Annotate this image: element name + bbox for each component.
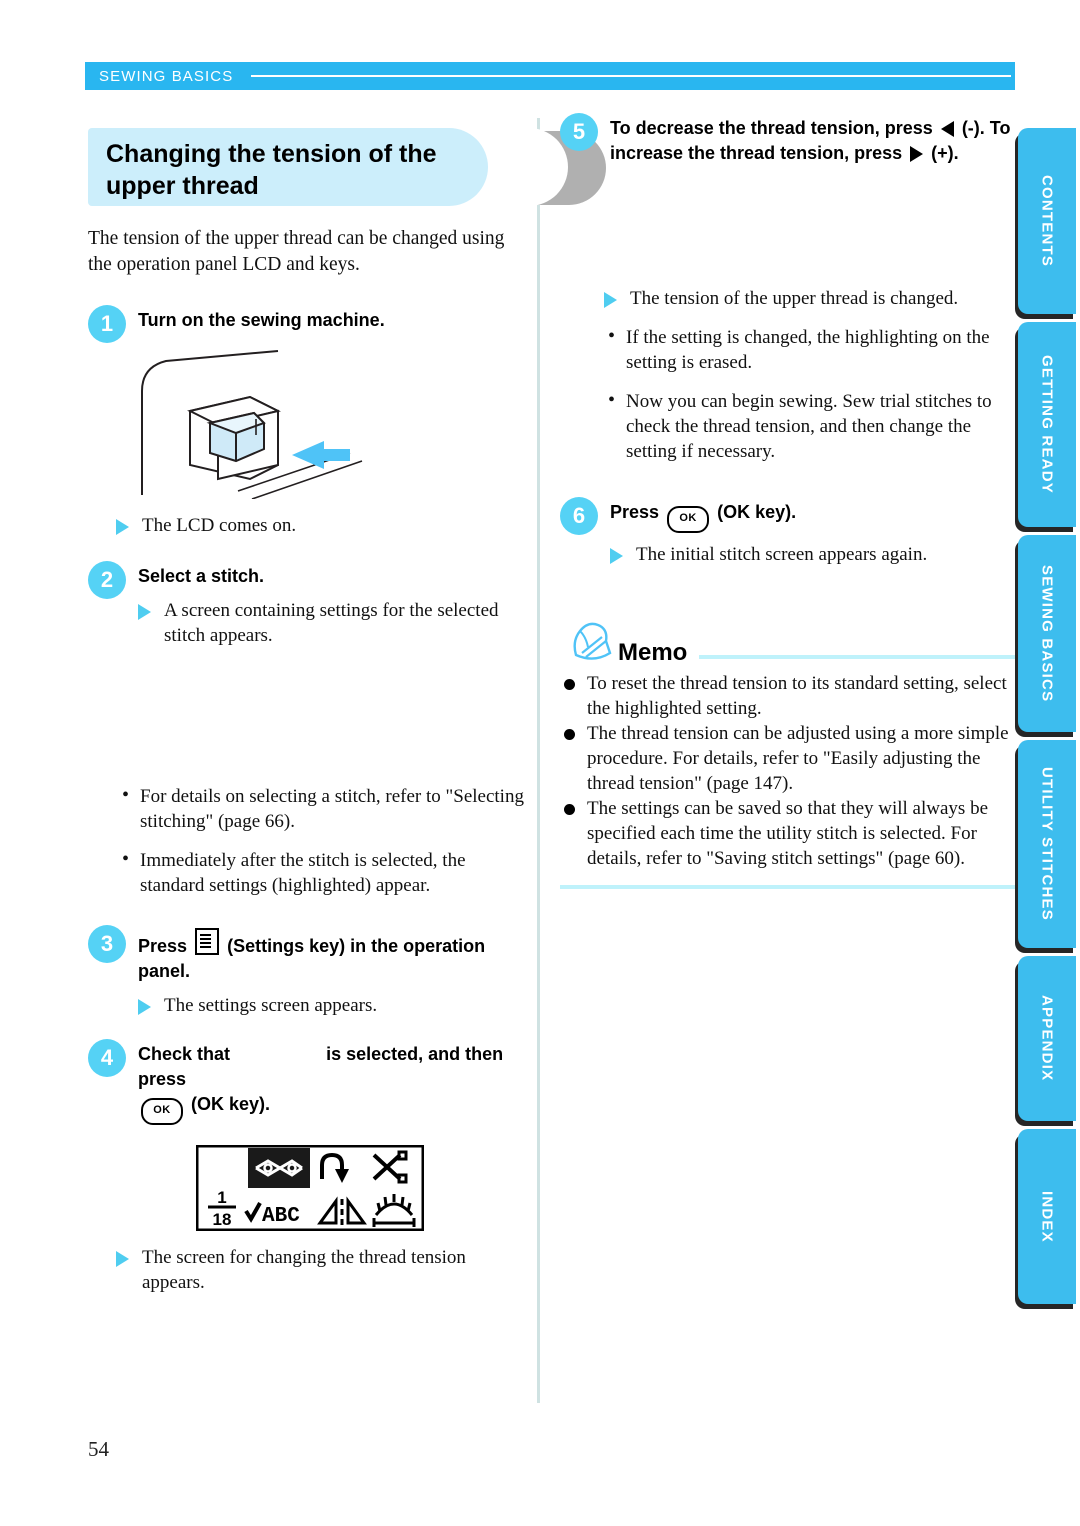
- ok-key-icon: OK: [141, 1098, 183, 1125]
- power-switch-illustration: [118, 349, 528, 504]
- step-2-screen-placeholder: [88, 654, 528, 770]
- step-6-number: 6: [560, 497, 598, 535]
- memo-item: The thread tension can be adjusted using…: [560, 721, 1015, 796]
- step-3-result: The settings screen appears.: [138, 993, 528, 1018]
- column-divider: [537, 118, 540, 1403]
- ok-key-icon: OK: [667, 506, 710, 533]
- step-4-result: The screen for changing the thread tensi…: [116, 1245, 528, 1295]
- side-tab-getting-ready[interactable]: GETTING READY: [1018, 322, 1076, 527]
- svg-text:ABC: ABC: [262, 1205, 300, 1228]
- step-4-title-part3: (OK key).: [191, 1094, 271, 1114]
- step-5-screen-placeholder: [560, 172, 1015, 277]
- section-intro: The tension of the upper thread can be c…: [88, 228, 505, 275]
- result-arrow-icon: [138, 999, 151, 1015]
- step-1-number: 1: [88, 305, 126, 343]
- triangle-right-icon: [910, 146, 924, 162]
- step-5-bullet-1: If the setting is changed, the highlight…: [604, 324, 1015, 375]
- right-column: 5 To decrease the thread tension, press …: [560, 112, 1015, 889]
- lcd-screen-illustration: 1 18 ABC: [195, 1144, 528, 1236]
- side-tab-navigation: CONTENTS GETTING READY SEWING BASICS UTI…: [1018, 128, 1080, 1312]
- step-6-title-before: Press: [610, 502, 660, 522]
- step-5-title-part3: (+).: [931, 143, 959, 163]
- running-header-rule: [251, 75, 1011, 77]
- memo-item: The settings can be saved so that they w…: [560, 796, 1015, 871]
- step-2-title: Select a stitch.: [138, 566, 265, 586]
- side-tab-contents[interactable]: CONTENTS: [1018, 128, 1076, 314]
- result-arrow-icon: [116, 1251, 129, 1267]
- step-5-title: To decrease the thread tension, press (-…: [610, 112, 1015, 166]
- step-2-result: A screen containing settings for the sel…: [138, 598, 528, 648]
- result-arrow-icon: [604, 292, 617, 308]
- step-2: 2 Select a stitch. A screen containing s…: [88, 560, 528, 648]
- triangle-left-icon: [940, 121, 954, 137]
- step-6: 6 Press OK (OK key). The initial stitch …: [560, 496, 1015, 567]
- side-tab-utility-stitches[interactable]: UTILITY STITCHES: [1018, 740, 1076, 948]
- step-6-result: The initial stitch screen appears again.: [610, 542, 1015, 567]
- memo-body: To reset the thread tension to its stand…: [560, 671, 1015, 871]
- step-2-bullet-1: For details on selecting a stitch, refer…: [118, 783, 528, 834]
- step-4-number: 4: [88, 1039, 126, 1077]
- side-tab-label: GETTING READY: [1038, 355, 1056, 494]
- step-4-title-part1: Check that: [138, 1044, 231, 1064]
- memo-footer-rule: [560, 885, 1015, 889]
- step-3-number: 3: [88, 925, 126, 963]
- svg-text:18: 18: [213, 1210, 232, 1229]
- page-number: 54: [88, 1437, 109, 1461]
- manual-page: SEWING BASICS Changing the tension of th…: [0, 0, 1080, 1526]
- left-column: Changing the tension of the upper thread…: [88, 128, 606, 1295]
- memo-block: Memo To reset the thread tension to its …: [560, 622, 1015, 889]
- side-tab-label: APPENDIX: [1038, 995, 1056, 1082]
- step-4: 4 Check that is selected, and then press…: [88, 1038, 528, 1125]
- step-1-title: Turn on the sewing machine.: [138, 310, 385, 330]
- side-tab-label: INDEX: [1038, 1190, 1056, 1243]
- side-tab-label: CONTENTS: [1038, 174, 1056, 268]
- side-tab-sewing-basics[interactable]: SEWING BASICS: [1018, 535, 1076, 732]
- svg-text:1: 1: [217, 1188, 226, 1207]
- step-5-bullet-2: Now you can begin sewing. Sew trial stit…: [604, 388, 1015, 464]
- side-tab-label: SEWING BASICS: [1038, 564, 1056, 703]
- step-5-number: 5: [560, 113, 598, 151]
- memo-header: Memo: [560, 622, 1015, 667]
- side-tab-appendix[interactable]: APPENDIX: [1018, 956, 1076, 1121]
- step-4-title: Check that is selected, and then press O…: [138, 1038, 528, 1125]
- side-tab-label: UTILITY STITCHES: [1038, 767, 1056, 921]
- step-1: 1 Turn on the sewing machine.: [88, 304, 528, 343]
- step-5-result: The tension of the upper thread is chang…: [604, 286, 1015, 311]
- step-3: 3 Press (Settings key) in the operation …: [88, 924, 528, 1018]
- running-header-title: SEWING BASICS: [99, 67, 234, 85]
- memo-item: To reset the thread tension to its stand…: [560, 671, 1015, 721]
- page-title: Changing the tension of the upper thread: [106, 140, 437, 200]
- step-5: 5 To decrease the thread tension, press …: [560, 112, 1015, 166]
- running-header: SEWING BASICS: [85, 62, 1015, 90]
- step-5-title-part1: To decrease the thread tension, press: [610, 118, 933, 138]
- settings-key-icon: [195, 928, 220, 955]
- side-tab-index[interactable]: INDEX: [1018, 1129, 1076, 1304]
- section-title-banner: Changing the tension of the upper thread: [88, 128, 606, 206]
- step-3-title-after: (Settings key) in the operation panel.: [138, 936, 486, 981]
- step-3-title-before: Press: [138, 936, 188, 956]
- step-3-title: Press (Settings key) in the operation pa…: [138, 924, 528, 984]
- step-6-title: Press OK (OK key).: [610, 496, 1015, 533]
- memo-bell-icon: [564, 619, 616, 670]
- step-2-number: 2: [88, 561, 126, 599]
- memo-rule: [699, 655, 1015, 659]
- step-6-title-after: (OK key).: [717, 502, 797, 522]
- step-2-bullet-2: Immediately after the stitch is selected…: [118, 847, 528, 898]
- result-arrow-icon: [138, 604, 151, 620]
- result-arrow-icon: [610, 548, 623, 564]
- result-arrow-icon: [116, 519, 129, 535]
- memo-title: Memo: [618, 639, 688, 666]
- step-1-result: The LCD comes on.: [116, 513, 528, 538]
